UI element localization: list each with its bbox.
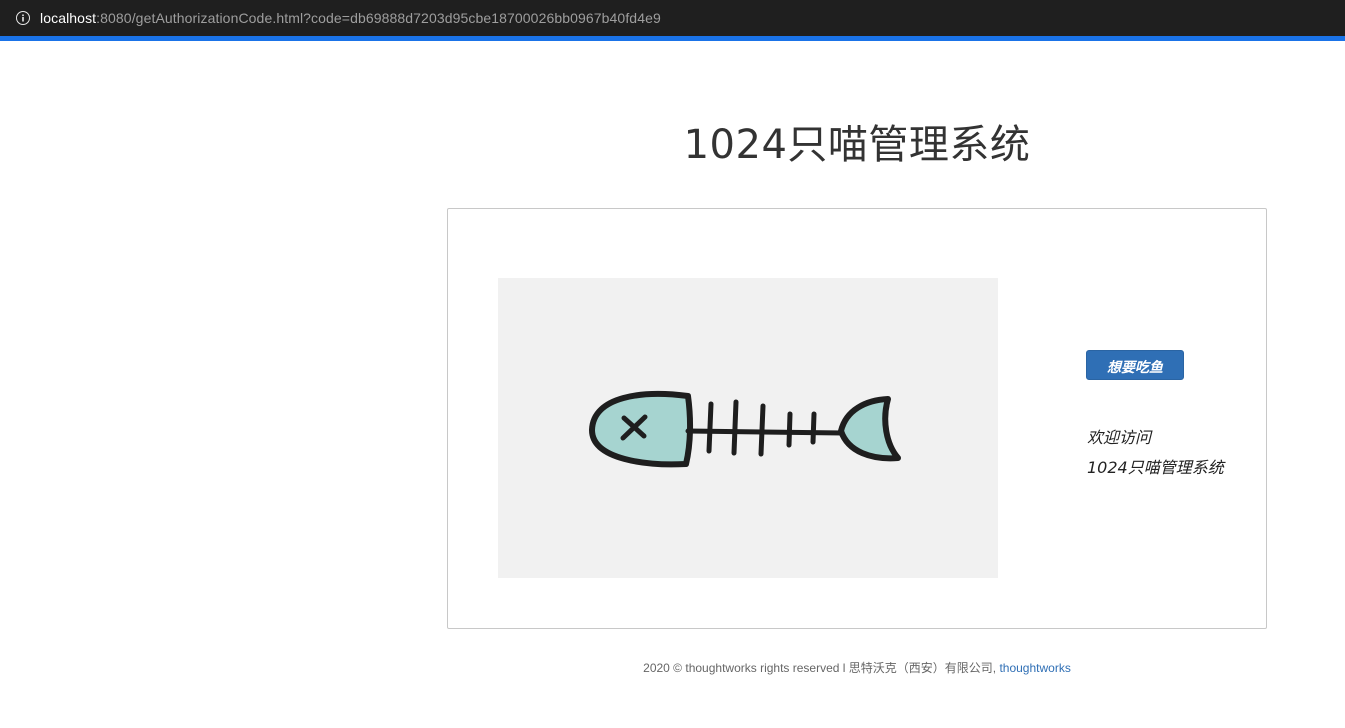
welcome-system-name: 1024只喵管理系统 [1087, 458, 1224, 477]
page-title: 1024只喵管理系统 [683, 122, 1031, 168]
footer: 2020 © thoughtworks rights reserved l 思特… [447, 659, 1267, 676]
browser-address-bar[interactable]: localhost:8080/getAuthorizationCode.html… [0, 0, 1345, 36]
page-load-progress-bar [0, 36, 1345, 41]
welcome-message: 欢迎访问 1024只喵管理系统 [1087, 423, 1224, 483]
fish-skeleton-icon [589, 391, 901, 468]
fish-image-panel [498, 278, 998, 578]
copyright-text: 2020 © thoughtworks rights reserved l 思特… [643, 661, 997, 675]
url-host: localhost [40, 10, 97, 26]
url-text[interactable]: localhost:8080/getAuthorizationCode.html… [40, 10, 661, 26]
info-icon[interactable] [16, 11, 30, 25]
thoughtworks-link[interactable]: thoughtworks [999, 661, 1070, 675]
url-path: :8080/getAuthorizationCode.html?code=db6… [96, 10, 661, 26]
content-card: 想要吃鱼 欢迎访问 1024只喵管理系统 [447, 208, 1267, 629]
want-fish-button[interactable]: 想要吃鱼 [1086, 350, 1184, 380]
welcome-line: 欢迎访问 [1087, 428, 1152, 447]
